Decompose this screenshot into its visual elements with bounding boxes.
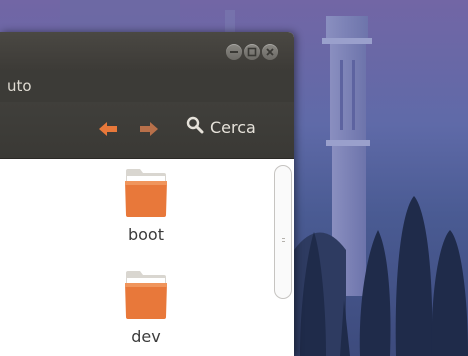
window-titlebar[interactable] <box>0 32 294 70</box>
maximize-icon[interactable] <box>244 44 260 60</box>
scroll-grip <box>282 238 285 244</box>
menu-item[interactable]: uto <box>7 77 32 95</box>
file-manager-window: uto Cerca boot dev <box>0 32 294 356</box>
search-button[interactable]: Cerca <box>186 116 256 138</box>
toolbar: Cerca <box>0 102 294 159</box>
minimize-icon[interactable] <box>226 44 242 60</box>
file-view: boot dev <box>0 159 294 356</box>
folder-icon <box>124 271 168 325</box>
close-icon[interactable] <box>262 44 278 60</box>
list-item[interactable]: boot <box>96 167 196 244</box>
forward-arrow-icon[interactable] <box>137 117 161 141</box>
window-controls <box>226 44 278 60</box>
list-item[interactable]: dev <box>96 269 196 346</box>
folder-icon <box>124 169 168 223</box>
search-icon <box>186 116 204 138</box>
back-arrow-icon[interactable] <box>96 117 120 141</box>
menu-bar: uto <box>0 70 294 102</box>
folder-label: boot <box>127 225 164 244</box>
vertical-scrollbar[interactable] <box>274 165 292 299</box>
folder-label: dev <box>131 327 161 346</box>
search-label: Cerca <box>210 117 256 137</box>
